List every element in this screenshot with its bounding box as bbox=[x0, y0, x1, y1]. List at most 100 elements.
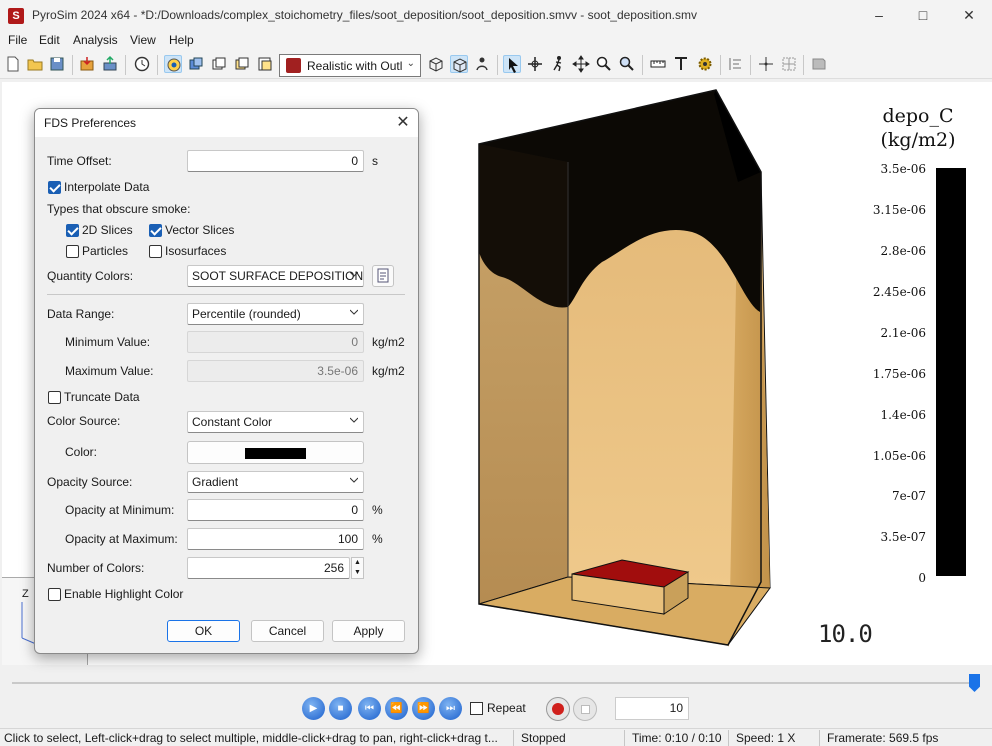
box-solid-icon[interactable] bbox=[450, 55, 468, 73]
menu-help[interactable]: Help bbox=[169, 33, 194, 47]
timer-icon[interactable] bbox=[133, 55, 151, 73]
grid-icon[interactable] bbox=[780, 55, 798, 73]
render-mode-icon bbox=[286, 58, 301, 73]
gear-icon[interactable] bbox=[696, 55, 714, 73]
pan-icon[interactable] bbox=[572, 55, 590, 73]
interpolate-data-checkbox[interactable] bbox=[48, 181, 61, 194]
maximum-value-unit: kg/m2 bbox=[372, 364, 405, 378]
stop-button[interactable]: ■ bbox=[329, 697, 352, 720]
person-icon[interactable] bbox=[473, 55, 491, 73]
number-of-colors-input[interactable]: 256 bbox=[187, 557, 350, 579]
copy-icon[interactable] bbox=[210, 55, 228, 73]
legend-tick: 3.5e-07 bbox=[880, 530, 926, 544]
quantity-colors-edit-button[interactable] bbox=[372, 265, 394, 287]
repeat-label: Repeat bbox=[487, 701, 526, 715]
zoom-fit-icon[interactable] bbox=[618, 55, 636, 73]
opacity-min-unit: % bbox=[372, 503, 383, 517]
time-offset-unit: s bbox=[372, 154, 378, 168]
opacity-max-input[interactable]: 100 bbox=[187, 528, 364, 550]
timeline-thumb[interactable] bbox=[969, 674, 980, 692]
play-icon: ▶ bbox=[309, 703, 318, 714]
export-icon[interactable] bbox=[101, 55, 119, 73]
color-swatch bbox=[245, 448, 306, 459]
spin-up-icon[interactable]: ▲ bbox=[352, 558, 363, 568]
obscure-smoke-label: Types that obscure smoke: bbox=[47, 202, 191, 216]
step-back-icon: ⏪ bbox=[390, 703, 403, 714]
dialog-title-bar[interactable]: FDS Preferences ✕ bbox=[35, 109, 418, 137]
snap-icon[interactable] bbox=[757, 55, 775, 73]
opacity-min-input[interactable]: 0 bbox=[187, 499, 364, 521]
reset-view-icon[interactable] bbox=[810, 55, 828, 73]
zoom-icon[interactable] bbox=[595, 55, 613, 73]
status-framerate: Framerate: 569.5 fps bbox=[827, 731, 939, 745]
close-window-button[interactable]: ✕ bbox=[946, 0, 992, 31]
render-mode-select[interactable]: Realistic with Outl ⌄ bbox=[279, 54, 421, 77]
menu-analysis[interactable]: Analysis bbox=[73, 33, 118, 47]
isosurfaces-checkbox[interactable] bbox=[149, 245, 162, 258]
skip-start-button[interactable]: ⏮ bbox=[358, 697, 381, 720]
play-button[interactable]: ▶ bbox=[302, 697, 325, 720]
menu-view[interactable]: View bbox=[130, 33, 156, 47]
box-wire-icon[interactable] bbox=[427, 55, 445, 73]
2d-slices-checkbox[interactable] bbox=[66, 224, 79, 237]
new-file-icon[interactable] bbox=[4, 55, 22, 73]
legend-tick: 1.4e-06 bbox=[880, 408, 926, 422]
render-icon[interactable] bbox=[187, 55, 205, 73]
stop-record-button[interactable] bbox=[573, 697, 597, 721]
maximize-button[interactable]: □ bbox=[900, 0, 946, 31]
record-button[interactable] bbox=[546, 697, 570, 721]
minimize-button[interactable]: – bbox=[856, 0, 902, 31]
legend-tick: 1.75e-06 bbox=[872, 367, 926, 381]
time-offset-label: Time Offset: bbox=[47, 154, 112, 168]
paste-icon[interactable] bbox=[256, 55, 274, 73]
stop-icon: ■ bbox=[337, 703, 344, 714]
select-mode-icon[interactable] bbox=[164, 55, 182, 73]
apply-button[interactable]: Apply bbox=[332, 620, 405, 642]
quantity-colors-select[interactable]: SOOT SURFACE DEPOSITION bbox=[187, 265, 364, 287]
pyrosim-app-icon: S bbox=[8, 8, 24, 24]
orbit-icon[interactable] bbox=[526, 55, 544, 73]
status-state: Stopped bbox=[521, 731, 566, 745]
vector-slices-checkbox[interactable] bbox=[149, 224, 162, 237]
skip-end-button[interactable]: ⏭ bbox=[439, 697, 462, 720]
pointer-icon[interactable] bbox=[503, 55, 521, 73]
maximum-value-field: 3.5e-06 bbox=[187, 360, 364, 382]
text-icon[interactable] bbox=[672, 55, 690, 73]
legend-title: depo_C (kg/m2) bbox=[858, 104, 978, 152]
highlight-color-checkbox[interactable] bbox=[48, 588, 61, 601]
step-forward-button[interactable]: ⏩ bbox=[412, 697, 435, 720]
data-range-select[interactable]: Percentile (rounded) bbox=[187, 303, 364, 325]
frame-input[interactable]: 10 bbox=[615, 697, 689, 720]
isosurfaces-label: Isosurfaces bbox=[165, 244, 227, 258]
import-icon[interactable] bbox=[78, 55, 96, 73]
time-offset-input[interactable]: 0 bbox=[187, 150, 364, 172]
axis-z-label: Z bbox=[22, 588, 29, 600]
number-of-colors-label: Number of Colors: bbox=[47, 561, 145, 575]
timeline-track[interactable] bbox=[12, 682, 978, 684]
dialog-close-button[interactable]: ✕ bbox=[390, 111, 416, 135]
color-picker-button[interactable] bbox=[187, 441, 364, 464]
cancel-button[interactable]: Cancel bbox=[251, 620, 324, 642]
truncate-data-checkbox[interactable] bbox=[48, 391, 61, 404]
step-back-button[interactable]: ⏪ bbox=[385, 697, 408, 720]
opacity-min-label: Opacity at Minimum: bbox=[65, 503, 175, 517]
color-source-value: Constant Color bbox=[192, 415, 273, 429]
render-mode-value: Realistic with Outl bbox=[307, 59, 403, 73]
menu-file[interactable]: File bbox=[8, 33, 27, 47]
measure-icon[interactable] bbox=[649, 55, 667, 73]
color-source-select[interactable]: Constant Color bbox=[187, 411, 364, 433]
repeat-checkbox[interactable] bbox=[470, 702, 483, 715]
2d-slices-label: 2D Slices bbox=[82, 223, 133, 237]
open-folder-icon[interactable] bbox=[26, 55, 44, 73]
walk-icon[interactable] bbox=[549, 55, 567, 73]
menu-edit[interactable]: Edit bbox=[39, 33, 60, 47]
ok-button[interactable]: OK bbox=[167, 620, 240, 642]
number-of-colors-spinner[interactable]: ▲ ▼ bbox=[351, 557, 364, 579]
align-icon[interactable] bbox=[727, 55, 745, 73]
copy2-icon[interactable] bbox=[233, 55, 251, 73]
opacity-source-select[interactable]: Gradient bbox=[187, 471, 364, 493]
save-icon[interactable] bbox=[48, 55, 66, 73]
title-bar: S PyroSim 2024 x64 - *D:/Downloads/compl… bbox=[0, 0, 992, 31]
spin-down-icon[interactable]: ▼ bbox=[352, 568, 363, 578]
particles-checkbox[interactable] bbox=[66, 245, 79, 258]
